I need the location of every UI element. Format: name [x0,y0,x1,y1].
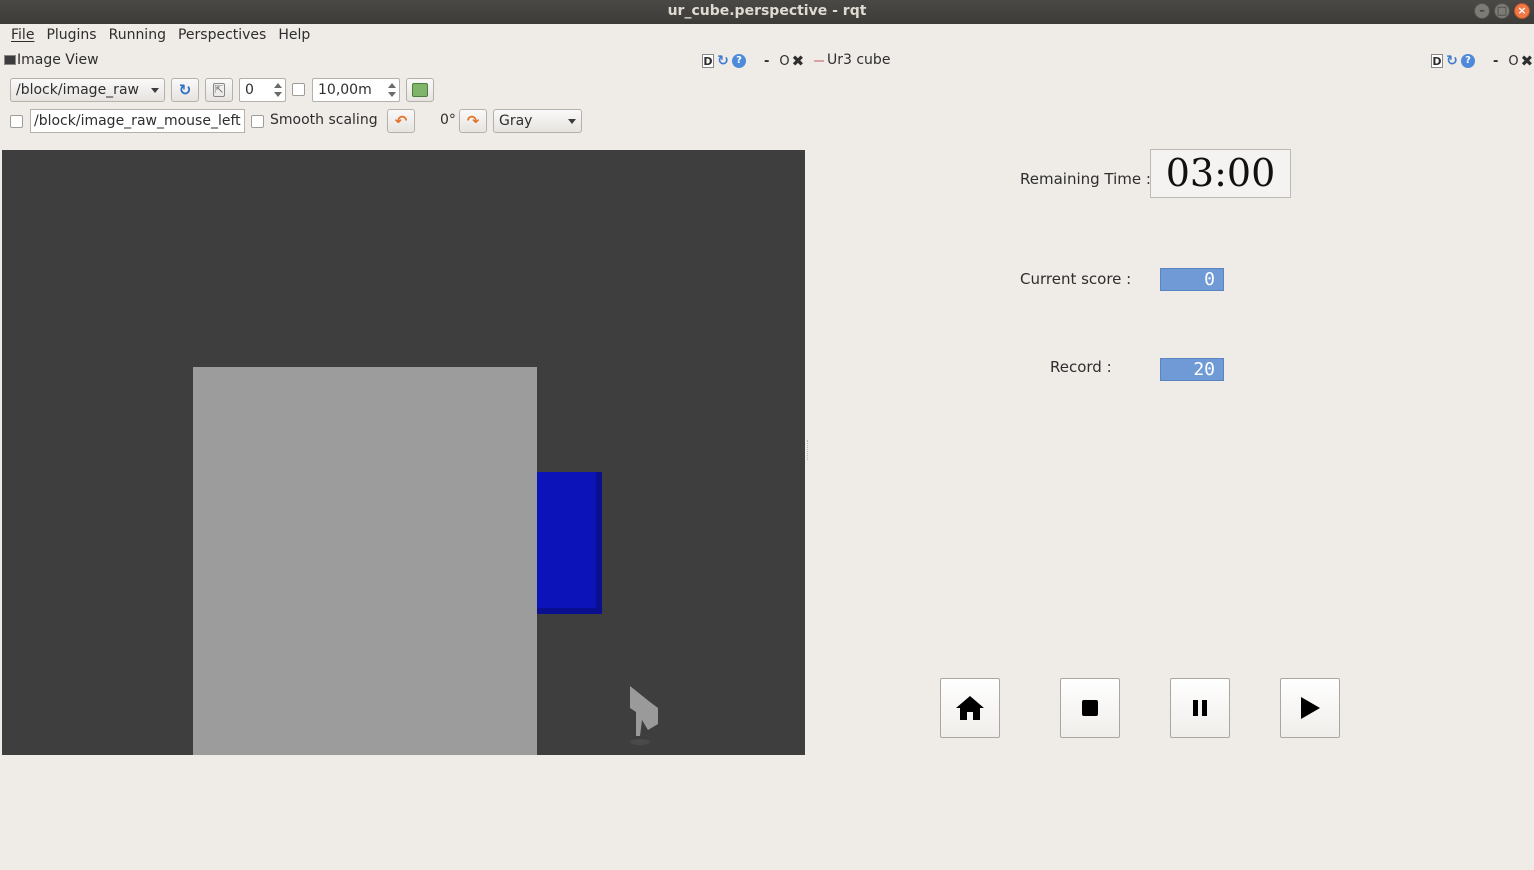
close-dock-icon[interactable]: ✖ [792,52,805,70]
smooth-scaling-label: Smooth scaling [270,112,378,128]
refresh-icon: ↻ [178,81,192,99]
play-icon [1301,697,1320,719]
window-controls: – □ × [1474,3,1530,19]
stop-icon [1082,700,1098,716]
float-dock-icon[interactable]: O [779,54,789,69]
camera-image[interactable] [2,150,805,755]
chevron-down-icon [151,88,159,93]
topic-combo[interactable]: /block/image_raw [10,78,165,102]
menu-help[interactable]: Help [272,24,316,48]
image-view-dock-tools: D ↻ ? - O ✖ [702,52,804,70]
record-display: 20 [1160,358,1224,381]
rotate-right-button[interactable]: ↷ [459,109,487,133]
dock-splitter[interactable] [807,440,809,460]
home-icon [956,696,984,720]
dock-d-icon[interactable]: D [1431,54,1443,68]
max-range-spinbox[interactable]: 10,00m [312,78,400,102]
minimize-dock-icon[interactable]: - [764,54,769,69]
topic-value: /block/image_raw [16,82,139,98]
menu-running[interactable]: Running [103,24,172,48]
rotate-left-icon: ↶ [394,112,408,130]
smooth-scaling-checkbox[interactable] [251,115,264,128]
ur3-panel-title: Ur3 cube [827,52,891,68]
minimize-dock-icon[interactable]: - [1493,54,1498,69]
dock-d-icon[interactable]: D [702,54,714,68]
image-view-dock-icon [4,55,16,65]
close-dock-icon[interactable]: ✖ [1521,52,1534,70]
minimize-icon[interactable]: – [1474,3,1490,19]
max-range-value: 10,00m [318,82,372,98]
home-button[interactable] [940,678,1000,738]
pause-icon [1193,700,1207,716]
window-title: ur_cube.perspective - rqt [667,3,867,19]
spin-down-icon[interactable] [274,92,282,97]
spin-down-icon[interactable] [388,92,396,97]
save-image-button[interactable] [406,78,434,102]
refresh-topics-button[interactable]: ↻ [171,78,199,102]
mouse-topic-field[interactable]: /block/image_raw_mouse_left [30,109,245,133]
spin-up-icon[interactable] [388,83,396,88]
menu-file[interactable]: File [5,24,40,48]
menu-plugins[interactable]: Plugins [40,24,102,48]
menu-bar: File Plugins Running Perspectives Help [0,24,1534,48]
current-score-display: 0 [1160,268,1224,291]
chevron-down-icon [568,119,576,124]
color-scheme-combo[interactable]: Gray [493,109,582,133]
robot-gripper [630,686,658,745]
stop-button[interactable] [1060,678,1120,738]
close-icon[interactable]: × [1514,3,1530,19]
help-icon[interactable]: ? [732,54,746,68]
blue-cube [537,472,602,614]
save-icon [412,83,428,97]
pause-button[interactable] [1170,678,1230,738]
publish-click-checkbox[interactable] [10,115,23,128]
help-icon[interactable]: ? [1461,54,1475,68]
menu-perspectives[interactable]: Perspectives [172,24,272,48]
spin-up-icon[interactable] [274,83,282,88]
color-scheme-value: Gray [499,113,533,129]
ur3-dock-tools: D ↻ ? - O ✖ [1431,52,1533,70]
remaining-time-label: Remaining Time : [1020,170,1151,188]
zoom-icon: ⇱ [213,83,225,97]
current-score-label: Current score : [1020,270,1132,288]
reload-plugin-icon[interactable]: ↻ [716,54,730,68]
image-view-title: Image View [17,52,99,68]
dynamic-range-spinbox[interactable]: 0 [239,78,286,102]
rotate-left-button[interactable]: ↶ [387,109,415,133]
remaining-time-display: 03:00 [1150,149,1291,198]
gray-block [193,367,537,755]
play-button[interactable] [1280,678,1340,738]
dynamic-range-checkbox[interactable] [292,83,305,96]
ur3-dock-icon [814,60,824,62]
float-dock-icon[interactable]: O [1508,54,1518,69]
rotate-right-icon: ↷ [466,112,480,130]
spinbox-value: 0 [245,82,254,98]
maximize-icon[interactable]: □ [1494,3,1510,19]
window-titlebar: ur_cube.perspective - rqt – □ × [0,0,1534,24]
zoom-1-button[interactable]: ⇱ [205,78,233,102]
record-label: Record : [1050,358,1112,376]
rotation-label: 0° [440,112,456,128]
reload-plugin-icon[interactable]: ↻ [1445,54,1459,68]
